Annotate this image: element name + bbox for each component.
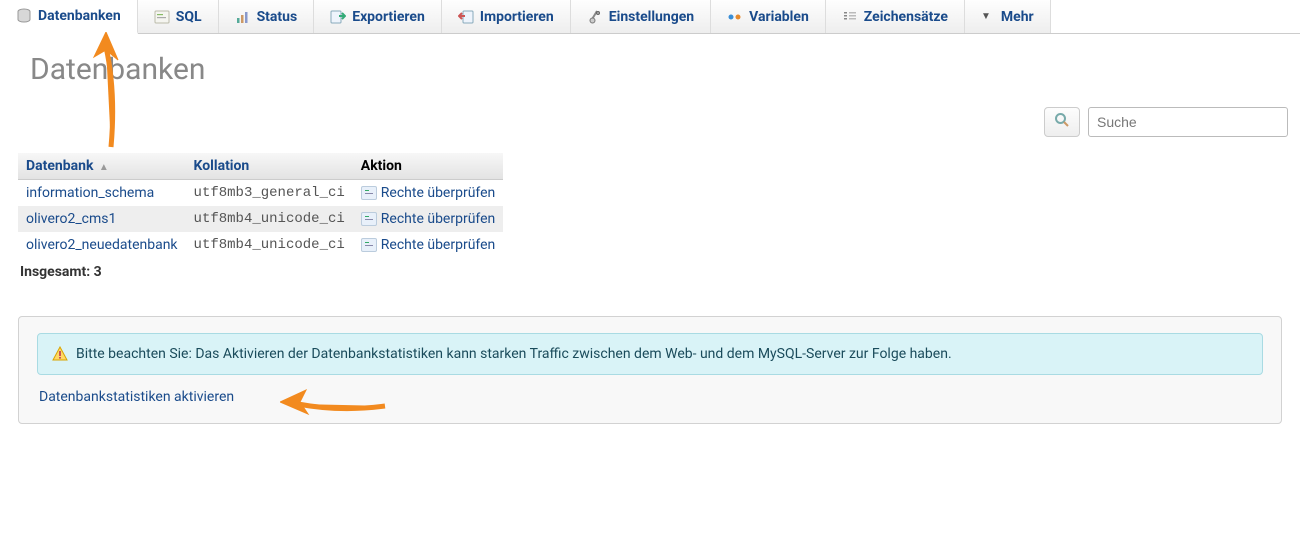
tab-datenbanken[interactable]: Datenbanken (0, 0, 138, 34)
warning-icon (52, 346, 68, 362)
tab-label: SQL (176, 9, 202, 25)
check-privileges-link[interactable]: Rechte überprüfen (381, 237, 496, 253)
tab-importieren[interactable]: Importieren (442, 0, 571, 33)
search-row (0, 101, 1300, 143)
tab-label: Datenbanken (38, 8, 121, 24)
tab-label: Einstellungen (609, 9, 694, 25)
settings-icon (587, 9, 603, 25)
tab-label: Status (257, 9, 298, 25)
notice-text: Bitte beachten Sie: Das Aktivieren der D… (76, 346, 952, 362)
db-link[interactable]: information_schema (26, 185, 154, 201)
total-count: Insgesamt: 3 (18, 258, 566, 280)
sort-asc-icon: ▲ (99, 162, 109, 173)
export-icon (330, 9, 346, 25)
col-action: Aktion (353, 153, 504, 180)
tab-mehr[interactable]: ▼ Mehr (965, 0, 1051, 33)
privileges-icon (361, 186, 377, 200)
tab-label: Exportieren (352, 9, 425, 25)
notice-panel: Bitte beachten Sie: Das Aktivieren der D… (18, 316, 1282, 424)
col-collation[interactable]: Kollation (186, 153, 353, 180)
collation-value: utf8mb4_unicode_ci (186, 206, 353, 232)
collation-value: utf8mb4_unicode_ci (186, 232, 353, 258)
tab-label: Mehr (1001, 9, 1034, 25)
search-input[interactable] (1088, 107, 1288, 137)
search-button[interactable] (1044, 107, 1080, 137)
tab-exportieren[interactable]: Exportieren (314, 0, 442, 33)
privileges-icon (361, 238, 377, 252)
tab-einstellungen[interactable]: Einstellungen (571, 0, 711, 33)
tab-status[interactable]: Status (219, 0, 315, 33)
top-tabs: Datenbanken SQL Status Exportieren Impor… (0, 0, 1300, 34)
import-icon (458, 9, 474, 25)
table-row: olivero2_neuedatenbank utf8mb4_unicode_c… (18, 232, 503, 258)
page-title: Datenbanken (30, 52, 1300, 87)
variables-icon (727, 9, 743, 25)
privileges-icon (361, 212, 377, 226)
tab-label: Variablen (749, 9, 809, 25)
table-row: olivero2_cms1 utf8mb4_unicode_ci Rechte … (18, 206, 503, 232)
database-table: Datenbank ▲ Kollation Aktion information… (18, 153, 566, 280)
tab-label: Zeichensätze (864, 9, 948, 25)
check-privileges-link[interactable]: Rechte überprüfen (381, 185, 496, 201)
database-icon (16, 8, 32, 24)
notice-message: Bitte beachten Sie: Das Aktivieren der D… (37, 333, 1263, 375)
tab-variablen[interactable]: Variablen (711, 0, 826, 33)
table-row: information_schema utf8mb3_general_ci Re… (18, 180, 503, 207)
search-icon (1054, 112, 1070, 132)
tab-label: Importieren (480, 9, 554, 25)
enable-stats-link[interactable]: Datenbankstatistiken aktivieren (39, 389, 234, 405)
collation-value: utf8mb3_general_ci (186, 180, 353, 207)
sql-icon (154, 9, 170, 25)
db-link[interactable]: olivero2_neuedatenbank (26, 237, 178, 253)
col-database[interactable]: Datenbank ▲ (18, 153, 186, 180)
tab-zeichensaetze[interactable]: Zeichensätze (826, 0, 965, 33)
check-privileges-link[interactable]: Rechte überprüfen (381, 211, 496, 227)
db-link[interactable]: olivero2_cms1 (26, 211, 116, 227)
chevron-down-icon: ▼ (981, 11, 991, 22)
tab-sql[interactable]: SQL (138, 0, 219, 33)
status-icon (235, 9, 251, 25)
charset-icon (842, 9, 858, 25)
